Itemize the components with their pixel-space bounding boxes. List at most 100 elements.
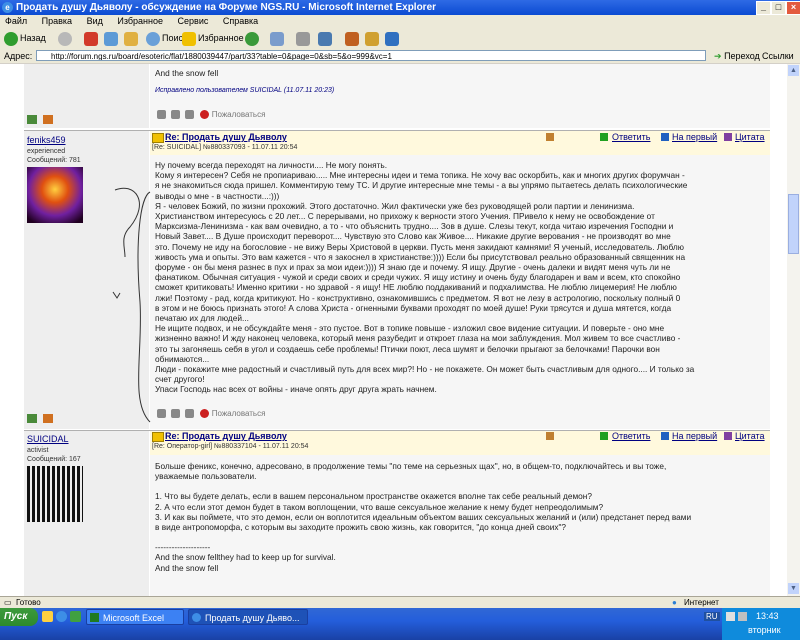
refresh-button[interactable] — [104, 30, 120, 46]
refresh-icon — [104, 31, 118, 46]
print-post-icon[interactable] — [157, 110, 166, 120]
post-line: Кому я интересен? Себя не пропиариваю...… — [155, 170, 685, 181]
post-line: Больше феникс, конечно, адресовано, в пр… — [155, 461, 667, 471]
post-title[interactable]: Re: Продать душу Дьяволу — [165, 431, 287, 441]
menu-tools[interactable]: Сервис — [178, 16, 209, 26]
clock-day: вторник — [748, 625, 781, 635]
stop-button[interactable] — [84, 30, 100, 46]
menu-file[interactable]: Файл — [5, 16, 27, 26]
post-line: живость ума и опыты. Это вам кажется - ч… — [155, 251, 686, 262]
menu-help[interactable]: Справка — [223, 16, 258, 26]
username[interactable]: SUICIDAL — [27, 434, 69, 444]
post-line: в виде антропоморфа, с которым вы заходи… — [155, 522, 567, 533]
quote-link[interactable]: Цитата — [735, 431, 765, 441]
post-line: уважаемые пользователи. — [155, 471, 257, 482]
toolbar: Назад Поиск Избранное — [0, 27, 800, 50]
maximize-button[interactable]: □ — [771, 1, 786, 15]
post-line: 2. А что если этот демон будет в таком в… — [155, 501, 604, 512]
quicklaunch-folder-icon[interactable] — [42, 611, 53, 622]
reply-icon — [600, 432, 608, 440]
vertical-scrollbar[interactable]: ▲ ▼ — [787, 64, 800, 596]
scroll-up-arrow-icon[interactable]: ▲ — [788, 65, 799, 76]
discuss-button[interactable] — [345, 30, 361, 46]
minimize-button[interactable]: _ — [756, 1, 771, 15]
scroll-thumb[interactable] — [788, 194, 799, 254]
print-button[interactable] — [296, 30, 312, 46]
post-icon — [152, 432, 164, 442]
menu-edit[interactable]: Правка — [42, 16, 72, 26]
media-button[interactable] — [245, 30, 261, 46]
report-link[interactable]: Пожаловаться — [212, 409, 266, 418]
search-button[interactable]: Поиск — [146, 30, 187, 46]
research-button[interactable] — [365, 30, 381, 46]
taskbar: Пуск Microsoft Excel Продать душу Дьяво.… — [0, 608, 800, 640]
username[interactable]: feniks459 — [27, 135, 66, 145]
add-friend-icon[interactable] — [27, 115, 37, 124]
address-input[interactable]: http://forum.ngs.ru/board/esoteric/flat/… — [36, 50, 706, 61]
mail-button[interactable] — [270, 30, 286, 46]
search-icon — [146, 31, 160, 46]
volume-icon[interactable] — [738, 612, 747, 621]
post-line: 3. И как вы поймете, что это демон, если… — [155, 511, 692, 522]
message-icon[interactable] — [185, 110, 195, 120]
post-title[interactable]: Re: Продать душу Дьяволу — [165, 132, 287, 142]
research-icon — [365, 31, 379, 46]
title-bar: e Продать душу Дьяволу - обсуждение на Ф… — [0, 0, 800, 15]
post-line: счет другого! — [155, 374, 205, 385]
first-link[interactable]: На первый — [672, 431, 717, 441]
reply-icon — [600, 133, 608, 141]
home-button[interactable] — [124, 30, 140, 46]
task-excel[interactable]: Microsoft Excel — [86, 609, 184, 625]
profile-icon[interactable] — [43, 115, 53, 124]
profile-icon[interactable] — [43, 414, 53, 423]
add-friend-icon[interactable] — [27, 414, 37, 423]
post-line: жизненно важно! И жду наконец человека, … — [155, 333, 681, 344]
clock-time[interactable]: 13:43 — [756, 611, 779, 621]
print-post-icon[interactable] — [157, 409, 166, 419]
forward-post-icon[interactable] — [171, 110, 181, 120]
report-icon — [199, 409, 209, 419]
star-icon — [182, 31, 196, 46]
post-line: Не ищите подвох, и не обсуждайте меня - … — [155, 323, 665, 334]
first-icon — [661, 432, 669, 440]
back-button[interactable]: Назад — [4, 30, 46, 46]
menu-favorites[interactable]: Избранное — [117, 16, 163, 26]
quicklaunch-desktop-icon[interactable] — [70, 611, 81, 622]
menu-view[interactable]: Вид — [87, 16, 103, 26]
messenger-button[interactable] — [385, 30, 401, 46]
message-icon[interactable] — [185, 409, 195, 419]
post-line: обнимаются... — [155, 353, 210, 364]
go-arrow-icon: ➔ — [714, 51, 722, 61]
favorites-button[interactable]: Избранное — [182, 30, 244, 46]
forward-button[interactable] — [58, 30, 74, 46]
reply-link[interactable]: Ответить — [612, 431, 650, 441]
go-button[interactable]: ➔ Переход — [714, 49, 760, 63]
forward-post-icon[interactable] — [171, 409, 181, 419]
start-button[interactable]: Пуск — [0, 608, 38, 626]
prev-post-tail: And the snow fell — [155, 68, 219, 78]
links-button[interactable]: Ссылки — [762, 49, 794, 63]
quote-link[interactable]: Цитата — [735, 132, 765, 142]
quicklaunch-ie-icon[interactable] — [56, 611, 67, 622]
report-icon — [199, 110, 209, 120]
post-line: Люди - покажите мне радостный и счастлив… — [155, 364, 695, 375]
home-icon — [124, 31, 138, 46]
post-footer: Пожаловаться — [157, 409, 266, 419]
post-line: -------------------- — [155, 542, 211, 553]
edit-post-icon[interactable] — [546, 133, 554, 141]
post-line: And the snow fellthey had to keep up for… — [155, 552, 336, 563]
edit-button[interactable] — [318, 30, 334, 46]
address-bar: Адрес: http://forum.ngs.ru/board/esoteri… — [0, 49, 800, 63]
close-button[interactable]: × — [786, 1, 800, 15]
language-indicator[interactable]: RU — [704, 612, 720, 621]
report-link[interactable]: Пожаловаться — [212, 110, 266, 119]
reply-link[interactable]: Ответить — [612, 132, 650, 142]
edit-post-icon[interactable] — [546, 432, 554, 440]
scroll-down-arrow-icon[interactable]: ▼ — [788, 583, 799, 594]
task-ie[interactable]: Продать душу Дьяво... — [188, 609, 308, 625]
post-line: это ты загоняешь себя в угол и создаешь … — [155, 343, 660, 354]
post-line-blank — [155, 481, 767, 491]
first-link[interactable]: На первый — [672, 132, 717, 142]
ie-icon — [192, 613, 201, 622]
network-icon[interactable] — [726, 612, 735, 621]
